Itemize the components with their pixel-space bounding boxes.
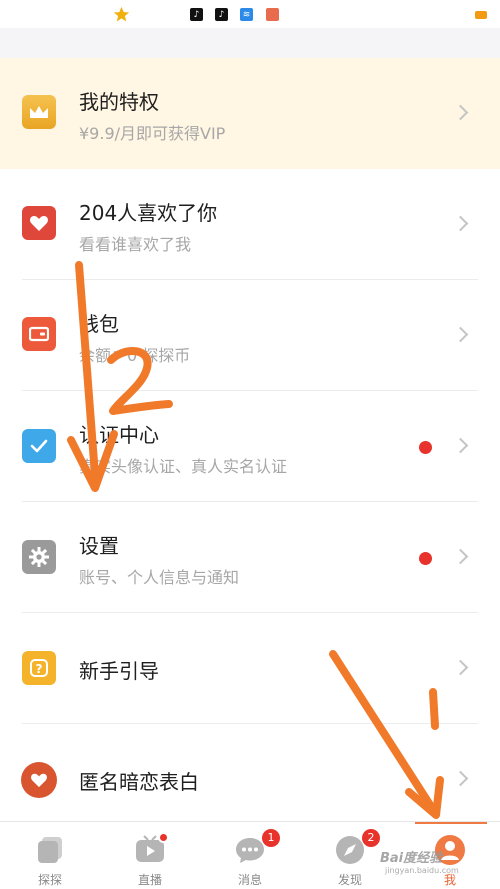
- chevron-right-icon: [452, 659, 469, 676]
- tiktok-icon: ♪: [190, 8, 203, 21]
- app-icon: [266, 8, 279, 21]
- menu-item-subtitle: 账号、个人信息与通知: [79, 568, 240, 587]
- chevron-right-icon: [452, 548, 469, 565]
- tab-messages[interactable]: 1 消息: [200, 822, 300, 889]
- menu-item-title: 设置: [79, 534, 119, 558]
- tab-tantan[interactable]: 探探: [0, 822, 100, 889]
- discover-badge: 2: [362, 829, 380, 847]
- menu-item-subtitle: 余额：0 探探币: [79, 346, 191, 365]
- watermark-url: jingyan.baidu.com: [385, 866, 459, 875]
- menu-item-wallet[interactable]: 钱包 余额：0 探探币: [0, 280, 500, 391]
- tab-live[interactable]: 直播: [100, 822, 200, 889]
- tiktok-icon: ♪: [215, 8, 228, 21]
- tab-label: 探探: [37, 873, 62, 887]
- wallet-icon: [22, 317, 56, 351]
- menu-item-subtitle: 看看谁喜欢了我: [79, 235, 192, 254]
- menu-item-title: 钱包: [79, 312, 119, 336]
- menu-item-title: 204人喜欢了你: [79, 201, 218, 225]
- svg-text:?: ?: [36, 662, 43, 676]
- menu-item-subtitle: 真实头像认证、真人实名认证: [79, 457, 288, 476]
- chevron-right-icon: [452, 104, 469, 121]
- chevron-right-icon: [452, 326, 469, 343]
- notification-dot: [158, 832, 169, 843]
- checkmark-icon: [22, 429, 56, 463]
- star-icon: [113, 6, 130, 22]
- notification-dot: [419, 441, 432, 454]
- menu-item-title: 新手引导: [79, 659, 159, 683]
- heart-bubble-icon: [21, 762, 57, 798]
- watermark: Bai度经验: [380, 851, 443, 866]
- menu-item-likes[interactable]: 204人喜欢了你 看看谁喜欢了我: [0, 169, 500, 280]
- cards-icon: [38, 837, 62, 863]
- menu-item-subtitle: ¥9.9/月即可获得VIP: [79, 124, 226, 143]
- heart-icon: [22, 206, 56, 240]
- menu-item-title: 匿名暗恋表白: [79, 770, 199, 794]
- menu-item-privilege[interactable]: 我的特权 ¥9.9/月即可获得VIP: [0, 58, 500, 169]
- tab-label: 消息: [237, 873, 262, 887]
- chevron-right-icon: [452, 770, 469, 787]
- question-icon: ?: [22, 651, 56, 685]
- message-badge: 1: [262, 829, 280, 847]
- menu-item-settings[interactable]: 设置 账号、个人信息与通知: [0, 502, 500, 613]
- crown-icon: [22, 95, 56, 129]
- battery-icon: [475, 11, 487, 19]
- wifi-icon: ≋: [240, 8, 253, 21]
- status-bar: ♪ ♪ ≋: [0, 0, 500, 28]
- notification-dot: [419, 552, 432, 565]
- chevron-right-icon: [452, 215, 469, 232]
- chevron-right-icon: [452, 437, 469, 454]
- menu-item-title: 我的特权: [79, 90, 159, 114]
- menu-item-anonymous-confession[interactable]: 匿名暗恋表白: [0, 724, 500, 821]
- menu-item-title: 认证中心: [79, 423, 159, 447]
- tab-label: 直播: [137, 873, 162, 887]
- gear-icon: [22, 540, 56, 574]
- menu-item-verify-center[interactable]: 认证中心 真实头像认证、真人实名认证: [0, 391, 500, 502]
- menu-item-beginner-guide[interactable]: ? 新手引导: [0, 613, 500, 724]
